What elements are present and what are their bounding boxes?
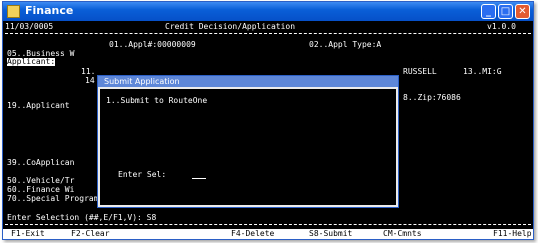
- coapplicant-field[interactable]: 39..CoApplican: [7, 159, 74, 167]
- row-14-field[interactable]: 14: [85, 77, 95, 85]
- minimize-button[interactable]: _: [481, 4, 496, 19]
- zip-field[interactable]: 8..Zip:76086: [403, 94, 461, 102]
- function-key-bar: F1-Exit F2-Clear F4-Delete S8-Submit CM-…: [3, 229, 533, 239]
- close-button[interactable]: ✕: [515, 4, 530, 19]
- f11-help-key[interactable]: F11-Help: [493, 230, 532, 238]
- screen-heading: Credit Decision/Application: [165, 22, 296, 31]
- maximize-button[interactable]: □: [498, 4, 513, 19]
- submit-routeone-option[interactable]: 1..Submit to RouteOne: [106, 97, 207, 105]
- finance-field[interactable]: 60..Finance Wi: [7, 186, 74, 194]
- enter-sel-label: Enter Sel:: [118, 170, 167, 179]
- appl-number[interactable]: 01..Appl#:00000009: [109, 41, 196, 49]
- window-title: Finance: [25, 4, 74, 17]
- app-icon: [7, 5, 20, 18]
- f2-clear-key[interactable]: F2-Clear: [71, 230, 110, 238]
- cm-comments-key[interactable]: CM-Cmnts: [383, 230, 422, 238]
- finance-window: Finance _ □ ✕ 11/03/0005 Credit Decision…: [2, 1, 534, 240]
- middle-initial-field[interactable]: 13..MI:G: [463, 68, 502, 76]
- vehicle-field[interactable]: 50..Vehicle/Tr: [7, 177, 74, 185]
- screen-date: 11/03/0005: [5, 22, 54, 31]
- title-bar[interactable]: Finance _ □ ✕: [3, 2, 533, 21]
- s8-submit-key[interactable]: S8-Submit: [309, 230, 352, 238]
- footer-divider: [5, 224, 531, 225]
- f1-exit-key[interactable]: F1-Exit: [11, 230, 45, 238]
- selection-input[interactable]: [192, 178, 206, 179]
- header-divider: [5, 33, 531, 34]
- dialog-body: 1..Submit to RouteOne Enter Sel:: [100, 89, 396, 205]
- dialog-title-bar[interactable]: Submit Application: [98, 76, 398, 87]
- applicant-label: Applicant:: [7, 57, 56, 66]
- submit-application-dialog: Submit Application 1..Submit to RouteOne…: [97, 75, 399, 208]
- applicant-field[interactable]: 19..Applicant: [7, 102, 70, 110]
- command-prompt[interactable]: Enter Selection (##,E/F1,V): S8: [7, 214, 156, 222]
- last-name-value: RUSSELL: [403, 67, 437, 76]
- f4-delete-key[interactable]: F4-Delete: [231, 230, 274, 238]
- screen-version: v1.0.0: [487, 22, 516, 31]
- row-11-field[interactable]: 11.: [81, 68, 95, 76]
- dialog-title: Submit Application: [104, 77, 180, 86]
- terminal-screen[interactable]: 11/03/0005 Credit Decision/Application v…: [3, 21, 533, 239]
- appl-type[interactable]: 02..Appl Type:A: [309, 41, 381, 49]
